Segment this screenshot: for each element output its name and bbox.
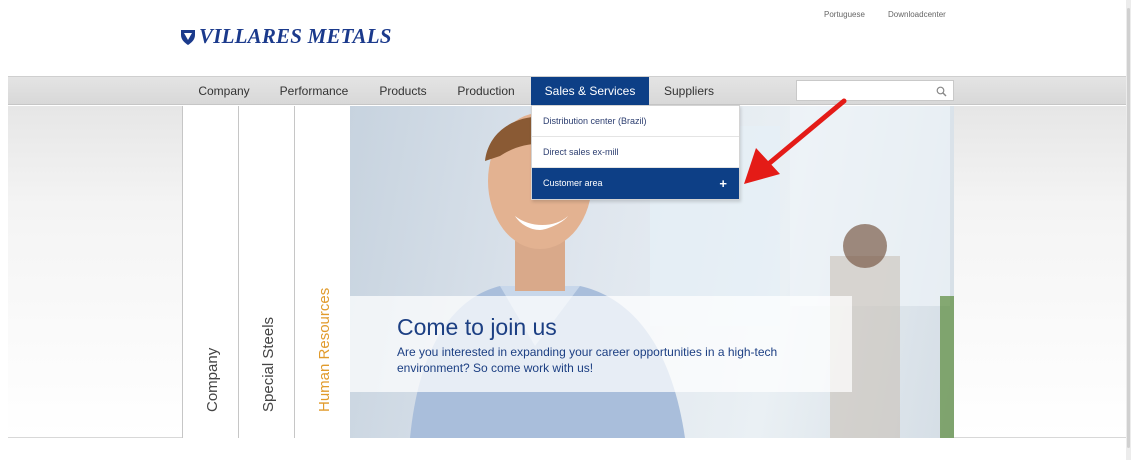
dropdown-item-direct-sales[interactable]: Direct sales ex-mill xyxy=(532,137,739,168)
nav-products[interactable]: Products xyxy=(368,77,438,105)
scrollbar-thumb[interactable] xyxy=(1127,8,1130,448)
sales-services-dropdown: Distribution center (Brazil) Direct sale… xyxy=(531,105,740,200)
expand-plus-icon[interactable]: + xyxy=(719,168,727,199)
hero-text: Are you interested in expanding your car… xyxy=(397,345,778,375)
villares-metals-logo[interactable]: VILLARES METALS xyxy=(180,24,392,49)
side-tab-special-steels[interactable]: Special Steels xyxy=(238,106,294,438)
page-scrollbar[interactable] xyxy=(1126,0,1131,460)
side-tab-company[interactable]: Company xyxy=(182,106,238,438)
nav-suppliers[interactable]: Suppliers xyxy=(654,77,724,105)
nav-sales-services[interactable]: Sales & Services xyxy=(531,77,649,105)
nav-production[interactable]: Production xyxy=(449,77,523,105)
side-tab-label: Special Steels xyxy=(259,316,277,412)
downloadcenter-link[interactable]: Downloadcenter xyxy=(888,10,946,19)
top-links: Portuguese Downloadcenter xyxy=(824,10,946,19)
dropdown-item-distribution-center[interactable]: Distribution center (Brazil) xyxy=(532,106,739,137)
hero-caption: Come to join us Are you interested in ex… xyxy=(350,296,852,392)
nav-company[interactable]: Company xyxy=(183,77,265,105)
side-tab-human-resources[interactable]: Human Resources xyxy=(294,106,350,438)
hero-title: Come to join us xyxy=(397,314,557,340)
side-tab-label: Human Resources xyxy=(315,287,333,412)
nav-performance[interactable]: Performance xyxy=(270,77,358,105)
search-icon[interactable] xyxy=(936,84,947,102)
shield-logo-icon xyxy=(181,29,195,45)
dropdown-item-customer-area[interactable]: Customer area + xyxy=(532,168,739,199)
logo-text: VILLARES METALS xyxy=(199,24,392,48)
red-arrow-icon xyxy=(744,98,847,184)
side-tab-label: Company xyxy=(203,347,221,412)
dropdown-item-label: Customer area xyxy=(543,178,603,188)
portuguese-link[interactable]: Portuguese xyxy=(824,10,865,19)
